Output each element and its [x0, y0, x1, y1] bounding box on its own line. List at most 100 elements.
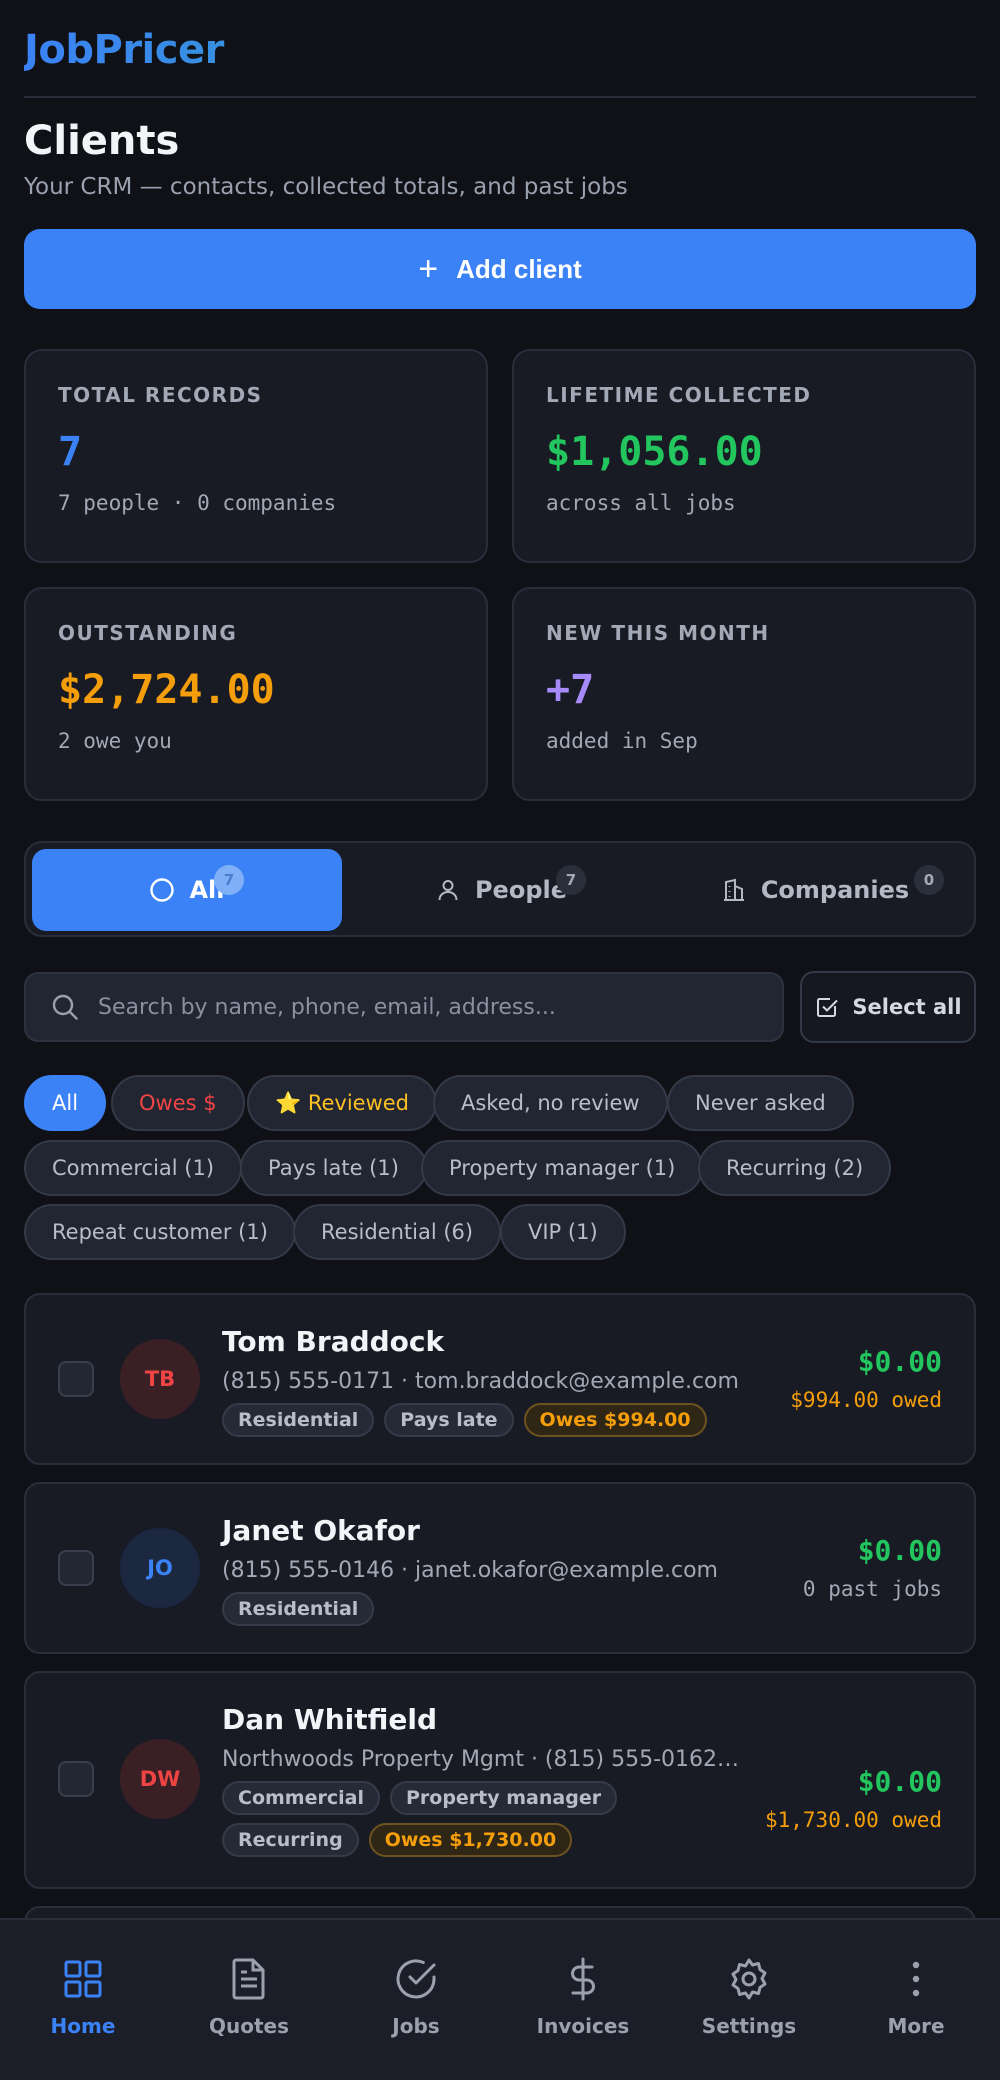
- stat-value: 7: [58, 429, 83, 475]
- circle-icon: [150, 878, 175, 902]
- filter-chip-commercial[interactable]: Commercial (1): [24, 1140, 243, 1196]
- filter-chip-owes[interactable]: Owes $: [111, 1075, 245, 1131]
- stat-sub: 2 owe you: [58, 729, 172, 753]
- client-collected: $0.00: [857, 1534, 942, 1567]
- person-icon: [438, 880, 458, 901]
- stat-value: +7: [546, 667, 595, 713]
- avatar: DW: [120, 1739, 200, 1819]
- nav-jobs[interactable]: Jobs: [333, 1956, 499, 2056]
- grid-icon: [64, 1960, 102, 1998]
- nav-settings[interactable]: Settings: [666, 1956, 832, 2056]
- select-all-label: Select all: [852, 995, 962, 1019]
- filter-chip-property-manager[interactable]: Property manager (1): [421, 1140, 704, 1196]
- nav-label: Invoices: [536, 2014, 630, 2038]
- client-checkbox[interactable]: [58, 1550, 94, 1586]
- stat-label: LIFETIME COLLECTED: [546, 383, 812, 407]
- tab-count-badge: 0: [914, 865, 944, 895]
- filter-chip-all[interactable]: All: [24, 1075, 107, 1131]
- tag-residential: Residential: [222, 1403, 375, 1437]
- search-box: [24, 972, 784, 1042]
- gear-icon: [731, 1958, 767, 2000]
- nav-more[interactable]: More: [833, 1956, 999, 2056]
- bottom-nav: Home Quotes Jobs Invoices Settings More: [0, 1918, 1000, 2080]
- filter-chip-reviewed[interactable]: ⭐ Reviewed: [247, 1075, 437, 1131]
- avatar: TB: [120, 1339, 200, 1419]
- filter-chip-vip[interactable]: VIP (1): [500, 1204, 626, 1260]
- client-checkbox[interactable]: [58, 1761, 94, 1797]
- stat-sub: 7 people · 0 companies: [58, 491, 337, 515]
- tab-count-badge: 7: [214, 865, 244, 895]
- nav-label: Settings: [701, 2014, 797, 2038]
- nav-invoices[interactable]: Invoices: [500, 1956, 666, 2056]
- tag-pays-late: Pays late: [384, 1403, 514, 1437]
- stat-label: TOTAL RECORDS: [58, 383, 263, 407]
- tag-owes: Owes $1,730.00: [368, 1823, 573, 1857]
- client-card[interactable]: JO Janet Okafor (815) 555-0146 · janet.o…: [24, 1482, 976, 1654]
- nav-label: Home: [50, 2014, 116, 2038]
- tab-label: People: [474, 876, 568, 904]
- stat-label: OUTSTANDING: [58, 621, 238, 645]
- filter-chip-recurring[interactable]: Recurring (2): [698, 1140, 892, 1196]
- client-card[interactable]: TB Tom Braddock (815) 555-0171 · tom.bra…: [24, 1293, 976, 1465]
- nav-quotes[interactable]: Quotes: [166, 1956, 332, 2056]
- client-type-tabs: All 7 People 7 Companies 0: [24, 841, 976, 937]
- tag-commercial: Commercial: [222, 1781, 380, 1815]
- dollar-icon: [571, 1957, 595, 2001]
- client-checkbox[interactable]: [58, 1361, 94, 1397]
- client-owed: $994.00 owed: [790, 1388, 942, 1412]
- client-past-jobs: 0 past jobs: [802, 1577, 942, 1601]
- tab-people[interactable]: People 7: [346, 849, 656, 931]
- nav-label: Quotes: [208, 2014, 289, 2038]
- stat-sub: added in Sep: [546, 729, 698, 753]
- client-name: Janet Okafor: [222, 1514, 420, 1547]
- tab-count-badge: 7: [556, 865, 586, 895]
- more-vertical-icon: [912, 1961, 920, 1997]
- client-tags: Residential: [222, 1592, 742, 1626]
- filter-chip-pays-late[interactable]: Pays late (1): [240, 1140, 427, 1196]
- stat-value: $1,056.00: [546, 429, 763, 475]
- plus-icon: +: [418, 250, 439, 288]
- add-client-label: Add client: [456, 253, 582, 284]
- stat-label: NEW THIS MONTH: [546, 621, 770, 645]
- check-circle-icon: [396, 1959, 436, 1999]
- nav-label: Jobs: [392, 2014, 440, 2038]
- document-icon: [232, 1958, 265, 2000]
- stat-card-outstanding: OUTSTANDING $2,724.00 2 owe you: [24, 587, 488, 801]
- filter-chip-asked-no-review[interactable]: Asked, no review: [433, 1075, 668, 1131]
- stat-sub: across all jobs: [546, 491, 736, 515]
- brand-logo[interactable]: JobPricer: [24, 22, 976, 78]
- nav-home[interactable]: Home: [0, 1956, 166, 2056]
- nav-label: More: [887, 2014, 945, 2038]
- search-icon: [52, 994, 78, 1020]
- client-contact: (815) 555-0171 · tom.braddock@example.co…: [222, 1369, 739, 1394]
- tab-companies[interactable]: Companies 0: [660, 849, 970, 931]
- avatar: JO: [120, 1528, 200, 1608]
- client-tags: Residential Pays late Owes $994.00: [222, 1403, 742, 1437]
- tag-property-manager: Property manager: [389, 1781, 618, 1815]
- client-name: Tom Braddock: [222, 1325, 445, 1358]
- page-title: Clients: [24, 118, 180, 164]
- filter-chip-repeat-customer[interactable]: Repeat customer (1): [24, 1204, 296, 1260]
- tag-recurring: Recurring: [222, 1823, 359, 1857]
- client-card[interactable]: DW Dan Whitfield Northwoods Property Mgm…: [24, 1671, 976, 1889]
- tab-all[interactable]: All 7: [32, 849, 342, 931]
- client-name: Dan Whitfield: [222, 1703, 438, 1736]
- select-all-button[interactable]: Select all: [800, 971, 976, 1043]
- stat-card-lifetime-collected: LIFETIME COLLECTED $1,056.00 across all …: [512, 349, 976, 563]
- client-owed: $1,730.00 owed: [764, 1808, 942, 1832]
- filter-chip-never-asked[interactable]: Never asked: [667, 1075, 854, 1131]
- search-input[interactable]: [98, 994, 758, 1020]
- checkbox-icon: [817, 998, 839, 1017]
- client-contact: Northwoods Property Mgmt · (815) 555-016…: [222, 1747, 742, 1772]
- client-collected: $0.00: [857, 1345, 942, 1378]
- tag-residential: Residential: [222, 1592, 375, 1626]
- stat-card-new-this-month: NEW THIS MONTH +7 added in Sep: [512, 587, 976, 801]
- stat-card-total-records: TOTAL RECORDS 7 7 people · 0 companies: [24, 349, 488, 563]
- tab-label: Companies: [760, 876, 910, 904]
- building-icon: [723, 878, 744, 901]
- client-collected: $0.00: [857, 1765, 942, 1798]
- client-tags: Commercial Property manager Recurring Ow…: [222, 1781, 742, 1857]
- filter-chip-residential[interactable]: Residential (6): [293, 1204, 502, 1260]
- client-contact: (815) 555-0146 · janet.okafor@example.co…: [222, 1558, 718, 1583]
- add-client-button[interactable]: + Add client: [24, 229, 976, 309]
